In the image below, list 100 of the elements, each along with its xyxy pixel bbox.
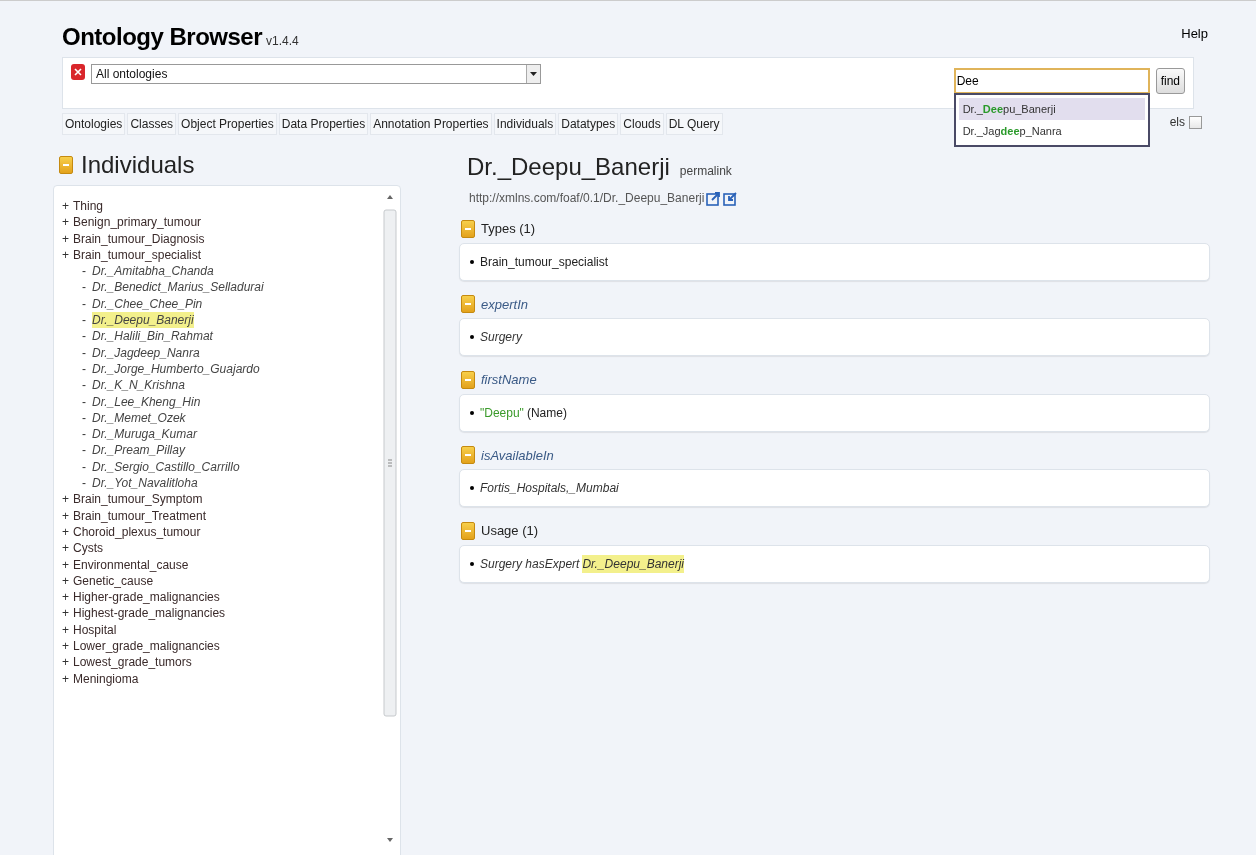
tree-marker[interactable]: - bbox=[82, 328, 86, 345]
bullet-icon bbox=[470, 335, 474, 339]
tree-marker[interactable]: + bbox=[62, 214, 69, 231]
panel-title: Individuals bbox=[81, 150, 195, 180]
entity-uri: http://xmlns.com/foaf/0.1/Dr._Deepu_Banerji bbox=[469, 190, 705, 207]
tree-item[interactable]: Dr._Jagdeep_Nanra bbox=[92, 344, 200, 361]
tree-marker[interactable]: - bbox=[82, 295, 86, 313]
section-title: Types (1) bbox=[481, 220, 536, 238]
tree-marker[interactable]: - bbox=[82, 360, 86, 378]
collapse-icon[interactable] bbox=[461, 446, 475, 465]
tree-item[interactable]: Benign_primary_tumour bbox=[73, 214, 202, 231]
tree-item[interactable]: Dr._Jorge_Humberto_Guajardo bbox=[92, 360, 260, 378]
tree-marker[interactable]: + bbox=[62, 621, 69, 638]
tree-marker[interactable]: - bbox=[82, 263, 86, 280]
tree-item[interactable]: Choroid_plexus_tumour bbox=[73, 523, 201, 541]
tree-marker[interactable]: + bbox=[62, 572, 69, 590]
tree-item[interactable]: Dr._Deepu_Banerji bbox=[92, 312, 194, 329]
find-button[interactable]: find bbox=[1155, 68, 1185, 94]
close-icon[interactable] bbox=[71, 64, 85, 80]
render-labels-checkbox[interactable] bbox=[1189, 115, 1202, 129]
tree-marker[interactable]: + bbox=[62, 589, 69, 606]
value-text: "Deepu" (Name) bbox=[480, 404, 567, 422]
tab[interactable]: Ontologies bbox=[62, 113, 126, 135]
tree-marker[interactable]: + bbox=[62, 638, 69, 655]
tree-item[interactable]: Brain_tumour_Symptom bbox=[73, 491, 203, 508]
suggestion-item[interactable]: Dr._Jagdeep_Nanra bbox=[958, 120, 1145, 142]
tree-item[interactable]: Lowest_grade_tumors bbox=[73, 654, 192, 671]
tree-item[interactable]: Cysts bbox=[73, 540, 103, 557]
collapse-icon[interactable] bbox=[461, 295, 475, 314]
bullet-icon bbox=[470, 486, 474, 490]
tree-item[interactable]: Brain_tumour_specialist bbox=[73, 246, 202, 264]
tree-marker[interactable]: - bbox=[82, 393, 86, 410]
section-title: firstName bbox=[481, 371, 537, 389]
collapse-icon[interactable] bbox=[461, 219, 475, 238]
suggestion-item[interactable]: Dr._Deepu_Banerji bbox=[958, 98, 1145, 120]
tree-marker[interactable]: + bbox=[62, 670, 69, 687]
tree-marker[interactable]: - bbox=[82, 475, 86, 492]
tree-marker[interactable]: + bbox=[62, 246, 69, 264]
tree-item[interactable]: Lower_grade_malignancies bbox=[73, 638, 220, 655]
section-title: Usage (1) bbox=[481, 522, 539, 540]
tab[interactable]: Datatypes bbox=[558, 113, 619, 135]
tree-item[interactable]: Dr._Amitabha_Chanda bbox=[92, 263, 214, 280]
collapse-icon[interactable] bbox=[461, 521, 475, 540]
tab[interactable]: Object Properties bbox=[178, 113, 277, 135]
tree-item[interactable]: Thing bbox=[73, 198, 104, 215]
external-link-icon[interactable] bbox=[706, 190, 722, 206]
tree-marker[interactable]: + bbox=[62, 507, 69, 524]
collapse-icon[interactable] bbox=[59, 156, 73, 174]
tree-item[interactable]: Highest-grade_malignancies bbox=[73, 605, 226, 622]
tree-item[interactable]: Brain_tumour_Diagnosis bbox=[73, 230, 205, 247]
tree-item[interactable]: Meningioma bbox=[73, 670, 139, 687]
tab[interactable]: Annotation Properties bbox=[370, 113, 492, 135]
tree-item[interactable]: Environmental_cause bbox=[73, 556, 189, 573]
tree-marker[interactable]: + bbox=[62, 523, 69, 541]
ontology-select[interactable]: All ontologies bbox=[91, 64, 541, 84]
tree-marker[interactable]: - bbox=[82, 344, 86, 361]
tree-marker[interactable]: - bbox=[82, 409, 86, 427]
tab[interactable]: Data Properties bbox=[278, 113, 369, 135]
value-text: Brain_tumour_specialist bbox=[480, 253, 609, 271]
tree-item[interactable]: Dr._Memet_Ozek bbox=[92, 409, 186, 427]
tree-item[interactable]: Dr._Yot_Navalitloha bbox=[92, 475, 198, 492]
tree-item[interactable]: Dr._Benedict_Marius_Selladurai bbox=[92, 279, 264, 296]
tree-marker[interactable]: - bbox=[82, 279, 86, 296]
value-text: Surgery bbox=[480, 329, 523, 346]
tree-item[interactable]: Dr._Muruga_Kumar bbox=[92, 426, 197, 443]
tree-marker[interactable]: + bbox=[62, 230, 69, 247]
tree-marker[interactable]: + bbox=[62, 540, 69, 557]
tree-item[interactable]: Higher-grade_malignancies bbox=[73, 589, 220, 606]
tree-marker[interactable]: + bbox=[62, 491, 69, 508]
tree-marker[interactable]: - bbox=[82, 426, 86, 443]
tree-marker[interactable]: + bbox=[62, 605, 69, 622]
entity-title: Dr._Deepu_Banerji bbox=[467, 152, 670, 182]
tree-marker[interactable]: + bbox=[62, 556, 69, 573]
tab[interactable]: Clouds bbox=[620, 113, 664, 135]
tree-item[interactable]: Brain_tumour_Treatment bbox=[73, 507, 206, 524]
tree-item[interactable]: Hospital bbox=[73, 621, 117, 638]
value-text: Fortis_Hospitals,_Mumbai bbox=[480, 480, 619, 497]
help-link[interactable]: Help bbox=[1181, 23, 1208, 43]
tree-marker[interactable]: - bbox=[82, 458, 86, 476]
value-text: Surgery hasExpert Dr._Deepu_Banerji bbox=[480, 554, 684, 573]
tree-item[interactable]: Dr._Sergio_Castillo_Carrillo bbox=[92, 458, 240, 476]
tree-marker[interactable]: - bbox=[82, 442, 86, 459]
tree-item[interactable]: Dr._Chee_Chee_Pin bbox=[92, 295, 203, 313]
tree-marker[interactable]: - bbox=[82, 312, 86, 329]
tree-marker[interactable]: + bbox=[62, 654, 69, 671]
tree-item[interactable]: Genetic_cause bbox=[73, 572, 154, 590]
tree-item[interactable]: Dr._Lee_Kheng_Hin bbox=[92, 393, 201, 410]
tree-item[interactable]: Dr._Halili_Bin_Rahmat bbox=[92, 328, 213, 345]
import-icon[interactable] bbox=[723, 190, 739, 206]
permalink-link[interactable]: permalink bbox=[679, 162, 732, 180]
bullet-icon bbox=[470, 561, 474, 566]
collapse-icon[interactable] bbox=[461, 370, 475, 389]
tab[interactable]: Classes bbox=[127, 113, 177, 135]
tree-item[interactable]: Dr._Pream_Pillay bbox=[92, 442, 185, 459]
tree-item[interactable]: Dr._K_N_Krishna bbox=[92, 377, 185, 394]
app-title: Ontology Browser bbox=[62, 22, 263, 52]
tab[interactable]: Individuals bbox=[493, 113, 557, 135]
tab[interactable]: DL Query bbox=[665, 113, 723, 135]
tree-marker[interactable]: + bbox=[62, 198, 69, 215]
tree-marker[interactable]: - bbox=[82, 377, 86, 394]
